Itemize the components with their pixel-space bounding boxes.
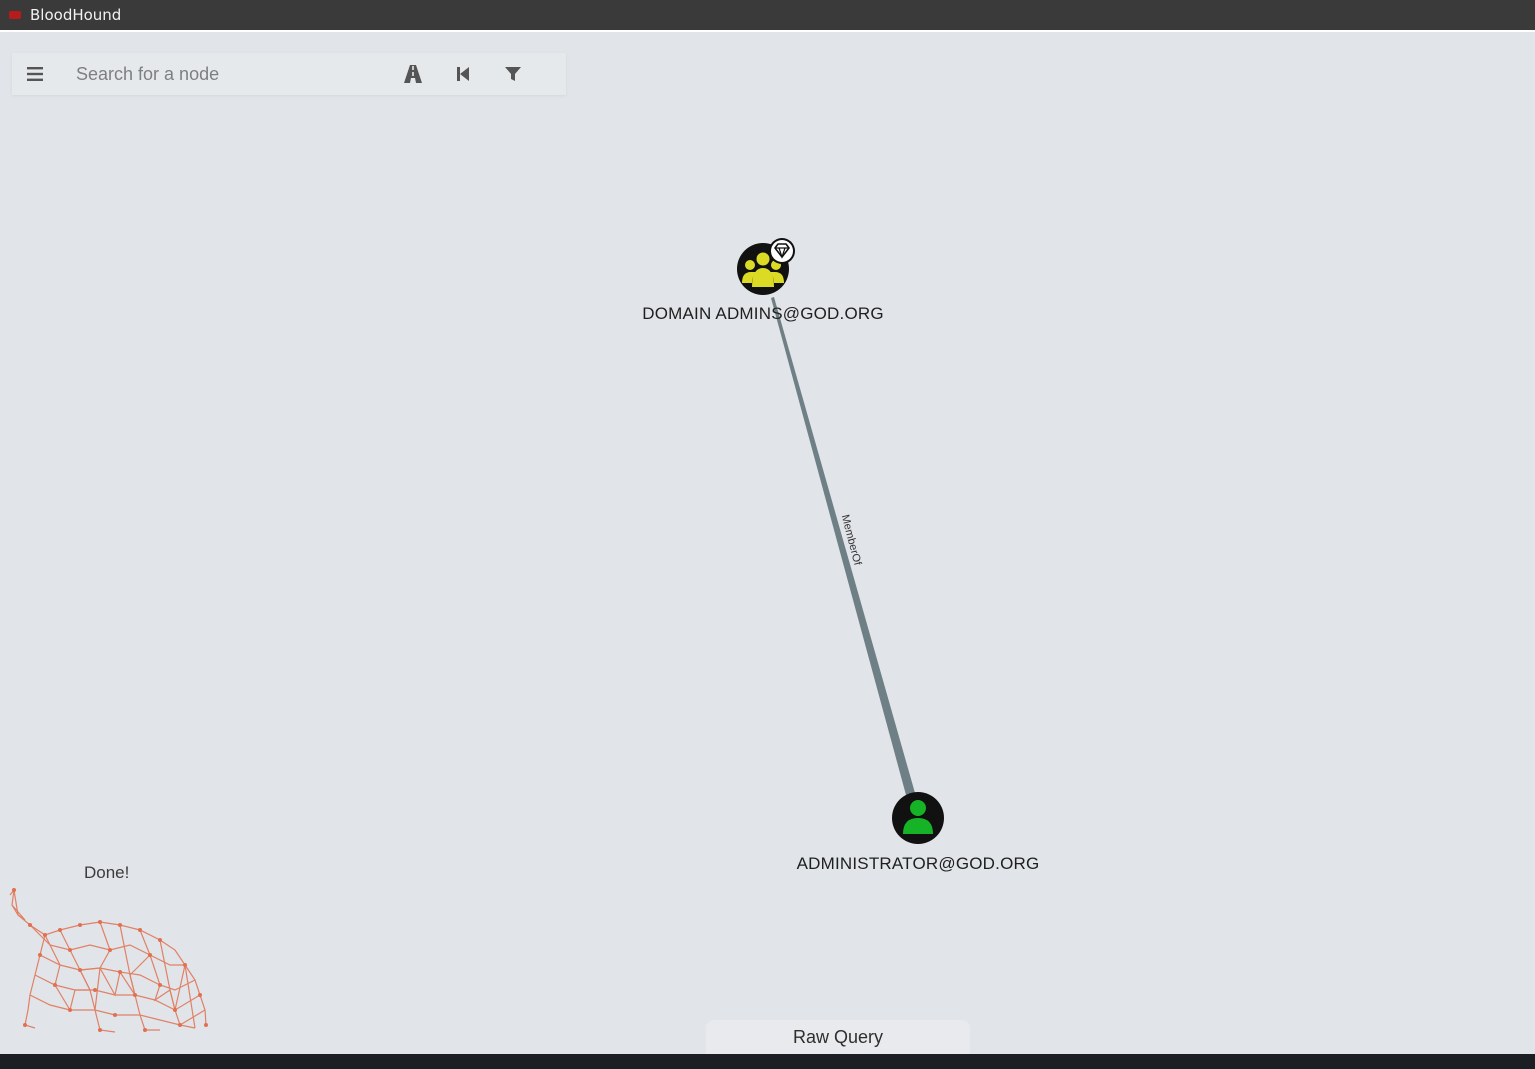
filter-icon (505, 67, 521, 81)
node-label-administrator: ADMINISTRATOR@GOD.ORG (796, 854, 1040, 873)
search-input[interactable] (58, 55, 388, 93)
logo-dots (12, 888, 208, 1032)
graph-svg (9, 238, 944, 1033)
high-value-gem-icon (769, 238, 795, 264)
menu-button[interactable] (12, 53, 58, 95)
raw-query-label: Raw Query (792, 1026, 884, 1047)
back-button[interactable] (438, 53, 488, 95)
status-text: Done! (84, 863, 130, 882)
bottom-bar (0, 1054, 1535, 1069)
edge-memberof[interactable] (771, 297, 915, 795)
road-icon (404, 65, 422, 83)
search-bar (12, 53, 566, 95)
node-domain-admins[interactable] (737, 238, 795, 295)
node-label-domain-admins: DOMAIN ADMINS@GOD.ORG (642, 304, 884, 323)
node-administrator[interactable] (892, 792, 944, 844)
raw-query-button[interactable]: Raw Query (706, 1020, 970, 1054)
step-backward-icon (457, 67, 469, 81)
hamburger-icon (27, 67, 43, 81)
filter-button[interactable] (488, 53, 538, 95)
pathfinding-button[interactable] (388, 53, 438, 95)
